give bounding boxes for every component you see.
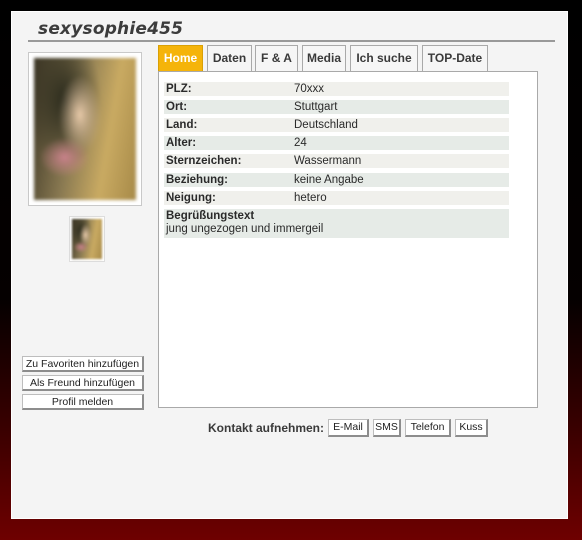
tab-home[interactable]: Home <box>158 45 203 71</box>
sms-button[interactable]: SMS <box>373 419 401 437</box>
detail-row-sternzeichen: Sternzeichen: Wassermann <box>164 154 509 168</box>
tab-ich-suche[interactable]: Ich suche <box>350 45 418 71</box>
phone-button[interactable]: Telefon <box>405 419 451 437</box>
detail-value: Deutschland <box>294 119 358 131</box>
detail-label: Land: <box>166 119 198 131</box>
tab-f-und-a[interactable]: F & A <box>255 45 298 71</box>
detail-label: Alter: <box>166 137 197 149</box>
detail-row-alter: Alter: 24 <box>164 136 509 150</box>
home-panel: PLZ: 70xxx Ort: Stuttgart Land: Deutschl… <box>158 71 538 408</box>
tab-media[interactable]: Media <box>302 45 346 71</box>
detail-row-land: Land: Deutschland <box>164 118 509 132</box>
tab-top-date[interactable]: TOP-Date <box>422 45 488 71</box>
detail-label: Ort: <box>166 101 188 113</box>
detail-value: 70xxx <box>294 83 325 95</box>
profile-photo[interactable] <box>34 58 136 200</box>
greeting-text: jung ungezogen und immergeil <box>166 223 324 235</box>
detail-label: Beziehung: <box>166 174 228 186</box>
contact-label: Kontakt aufnehmen: <box>208 421 325 435</box>
title-divider <box>28 40 555 42</box>
kiss-button[interactable]: Kuss <box>455 419 488 437</box>
report-profile-button[interactable]: Profil melden <box>22 394 144 410</box>
detail-value: keine Angabe <box>294 174 364 186</box>
detail-row-plz: PLZ: 70xxx <box>164 82 509 96</box>
tab-daten[interactable]: Daten <box>207 45 252 71</box>
add-favorite-button[interactable]: Zu Favoriten hinzufügen <box>22 356 144 372</box>
add-friend-button[interactable]: Als Freund hinzufügen <box>22 375 144 391</box>
profile-card: sexysophie455 Zu Favoriten hinzufügen Al… <box>11 11 568 519</box>
detail-row-ort: Ort: Stuttgart <box>164 100 509 114</box>
greeting-label: Begrüßungstext <box>166 210 255 222</box>
photo-thumbnail[interactable] <box>69 216 105 262</box>
email-button[interactable]: E-Mail <box>328 419 369 437</box>
profile-username: sexysophie455 <box>38 19 184 39</box>
thumbnail-image[interactable] <box>72 219 102 259</box>
detail-label: PLZ: <box>166 83 192 95</box>
detail-value: Stuttgart <box>294 101 338 113</box>
detail-label: Sternzeichen: <box>166 155 242 167</box>
profile-photo-frame[interactable] <box>28 52 142 206</box>
detail-label: Neigung: <box>166 192 216 204</box>
detail-row-neigung: Neigung: hetero <box>164 191 509 205</box>
detail-row-beziehung: Beziehung: keine Angabe <box>164 173 509 187</box>
detail-value: Wassermann <box>294 155 362 167</box>
detail-value: 24 <box>294 137 307 149</box>
greeting-box: Begrüßungstext jung ungezogen und immerg… <box>164 209 509 238</box>
detail-value: hetero <box>294 192 327 204</box>
